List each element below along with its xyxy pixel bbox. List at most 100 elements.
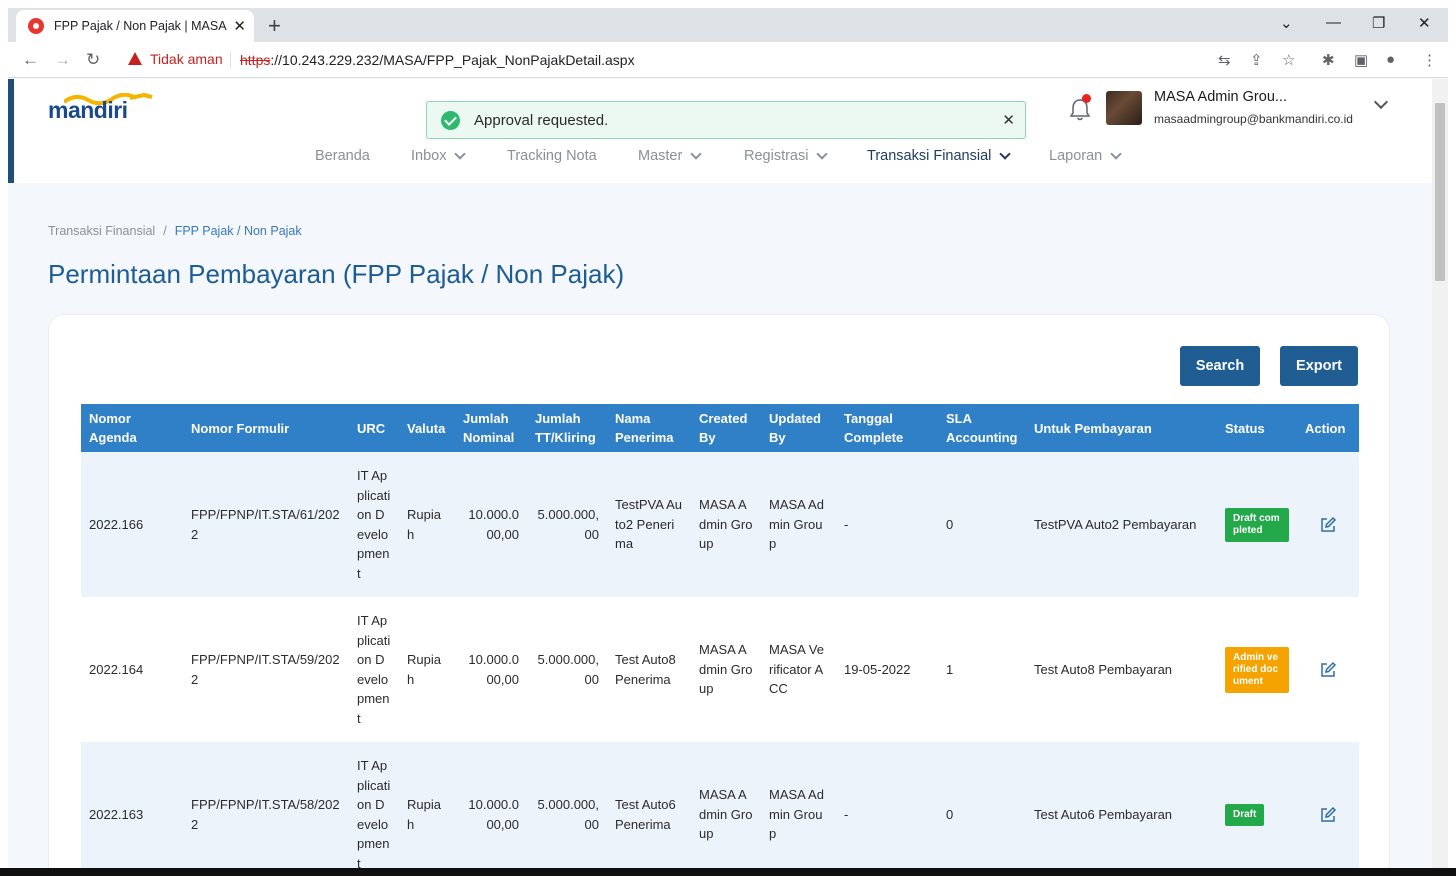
scrollbar-thumb[interactable] (1435, 103, 1445, 281)
search-button[interactable]: Search (1180, 346, 1260, 386)
cell-created-by: MASA Admin Group (691, 597, 761, 742)
chevron-down-icon (454, 147, 467, 160)
toast-message: Approval requested. (474, 111, 609, 129)
url-divider (230, 52, 231, 68)
forward-icon[interactable]: → (54, 50, 71, 70)
cell-agenda: 2022.163 (81, 742, 183, 868)
col-valuta[interactable]: Valuta (399, 404, 455, 452)
menu-transaksi-finansial[interactable]: Transaksi Finansial (867, 147, 1012, 164)
fpp-table: Nomor Agenda Nomor Formulir URC Valuta J… (81, 404, 1359, 868)
edit-icon[interactable] (1319, 516, 1337, 534)
cell-updated-by: MASA Admin Group (761, 742, 836, 868)
new-tab-icon[interactable]: + (268, 13, 281, 39)
url-field[interactable]: https://10.243.229.232/MASA/FPP_Pajak_No… (240, 52, 635, 68)
status-badge: Draft completed (1225, 507, 1289, 542)
user-email: masaadmingroup@bankmandiri.co.id (1154, 112, 1353, 126)
page-content: mandiri Approval requested. ✕ MASA Admin… (8, 79, 1432, 868)
menu-label: Laporan (1049, 148, 1103, 164)
menu-laporan[interactable]: Laporan (1049, 147, 1122, 164)
menu-beranda[interactable]: Beranda (315, 148, 370, 164)
page-title: Permintaan Pembayaran (FPP Pajak / Non P… (48, 259, 625, 289)
menu-label: Registrasi (744, 148, 809, 164)
cell-urc: IT Application Development (349, 597, 399, 742)
col-urc[interactable]: URC (349, 404, 399, 452)
cell-formulir: FPP/FPNP/IT.STA/61/2022 (183, 452, 349, 597)
menu-label: Master (638, 148, 683, 164)
breadcrumb-current[interactable]: FPP Pajak / Non Pajak (175, 224, 302, 238)
cell-valuta: Rupiah (399, 742, 455, 868)
back-icon[interactable]: ← (22, 50, 39, 70)
col-nomor-agenda[interactable]: Nomor Agenda (81, 404, 183, 452)
cell-updated-by: MASA Admin Group (761, 452, 836, 597)
table-row[interactable]: 2022.163 FPP/FPNP/IT.STA/58/2022 IT Appl… (81, 742, 1359, 868)
edit-icon[interactable] (1319, 661, 1337, 679)
minimize-icon[interactable]: — (1326, 14, 1341, 31)
table-header-row: Nomor Agenda Nomor Formulir URC Valuta J… (81, 404, 1359, 452)
kebab-menu-icon[interactable]: ⋮ (1422, 51, 1437, 69)
bookmark-star-icon[interactable]: ☆ (1282, 51, 1295, 69)
tab-close-icon[interactable]: ✕ (233, 17, 246, 35)
cell-penerima: TestPVA Auto2 Penerima (607, 452, 691, 597)
col-untuk-pembayaran[interactable]: Untuk Pembayaran (1026, 404, 1217, 452)
address-bar: ← → ↻ Tidak aman https://10.243.229.232/… (8, 42, 1448, 78)
col-nama-penerima[interactable]: Nama Penerima (607, 404, 691, 452)
col-jumlah-nominal[interactable]: Jumlah Nominal (455, 404, 527, 452)
edit-icon[interactable] (1319, 806, 1337, 824)
cell-untuk: Test Auto6 Pembayaran (1026, 742, 1217, 868)
taskbar (0, 868, 1456, 876)
table-row[interactable]: 2022.164 FPP/FPNP/IT.STA/59/2022 IT Appl… (81, 597, 1359, 742)
col-created-by[interactable]: Created By (691, 404, 761, 452)
table-row[interactable]: 2022.166 FPP/FPNP/IT.STA/61/2022 IT Appl… (81, 452, 1359, 597)
tab-title: FPP Pajak / Non Pajak | MASA (54, 19, 227, 33)
browser-tab[interactable]: FPP Pajak / Non Pajak | MASA ✕ (16, 10, 254, 42)
col-jumlah-kliring[interactable]: Jumlah TT/Kliring (527, 404, 607, 452)
approval-toast: Approval requested. ✕ (426, 101, 1026, 139)
export-button[interactable]: Export (1280, 346, 1358, 386)
app-header: mandiri Approval requested. ✕ MASA Admin… (8, 79, 1432, 183)
cell-urc: IT Application Development (349, 742, 399, 868)
cell-nominal: 10.000.000,00 (455, 452, 527, 597)
cell-nominal: 10.000.000,00 (455, 742, 527, 868)
reload-icon[interactable]: ↻ (86, 50, 100, 70)
favicon-icon (28, 18, 44, 34)
cell-formulir: FPP/FPNP/IT.STA/59/2022 (183, 597, 349, 742)
menu-registrasi[interactable]: Registrasi (744, 147, 829, 164)
menu-inbox[interactable]: Inbox (411, 147, 467, 164)
share-icon[interactable]: ⇪ (1250, 51, 1263, 69)
tab-search-icon[interactable]: ⌄ (1280, 14, 1293, 32)
col-tanggal-complete[interactable]: Tanggal Complete (836, 404, 938, 452)
cell-penerima: Test Auto6 Penerima (607, 742, 691, 868)
cell-untuk: Test Auto8 Pembayaran (1026, 597, 1217, 742)
col-sla-accounting[interactable]: SLA Accounting (938, 404, 1026, 452)
security-warning[interactable]: Tidak aman (128, 51, 223, 67)
menu-label: Tracking Nota (507, 148, 597, 164)
side-panel-icon[interactable]: ▣ (1354, 51, 1368, 69)
toast-close-icon[interactable]: ✕ (1002, 111, 1015, 129)
menu-tracking-nota[interactable]: Tracking Nota (507, 148, 597, 164)
col-nomor-formulir[interactable]: Nomor Formulir (183, 404, 349, 452)
restore-icon[interactable]: ❐ (1372, 14, 1385, 32)
user-menu-chevron-icon[interactable] (1373, 94, 1389, 110)
chevron-down-icon (1110, 147, 1122, 160)
profile-icon[interactable]: ● (1386, 51, 1395, 68)
menu-master[interactable]: Master (638, 147, 702, 164)
cell-sla: 0 (938, 742, 1026, 868)
user-name[interactable]: MASA Admin Grou... (1154, 89, 1287, 105)
cell-penerima: Test Auto8 Penerima (607, 597, 691, 742)
avatar[interactable] (1106, 91, 1142, 125)
col-updated-by[interactable]: Updated By (761, 404, 836, 452)
page-scrollbar[interactable] (1432, 79, 1448, 868)
cell-agenda: 2022.164 (81, 597, 183, 742)
translate-icon[interactable]: ⇆ (1218, 51, 1231, 69)
warning-icon (128, 52, 142, 65)
cell-tanggal: 19-05-2022 (836, 597, 938, 742)
extensions-icon[interactable]: ✱ (1322, 51, 1335, 69)
cell-tanggal: - (836, 742, 938, 868)
cell-sla: 1 (938, 597, 1026, 742)
breadcrumb-parent[interactable]: Transaksi Finansial (48, 224, 155, 238)
col-status[interactable]: Status (1217, 404, 1297, 452)
cell-status: Draft completed (1217, 452, 1297, 597)
close-window-icon[interactable]: ✕ (1418, 14, 1431, 32)
mandiri-logo[interactable]: mandiri (48, 97, 128, 124)
chevron-down-icon (690, 147, 702, 160)
